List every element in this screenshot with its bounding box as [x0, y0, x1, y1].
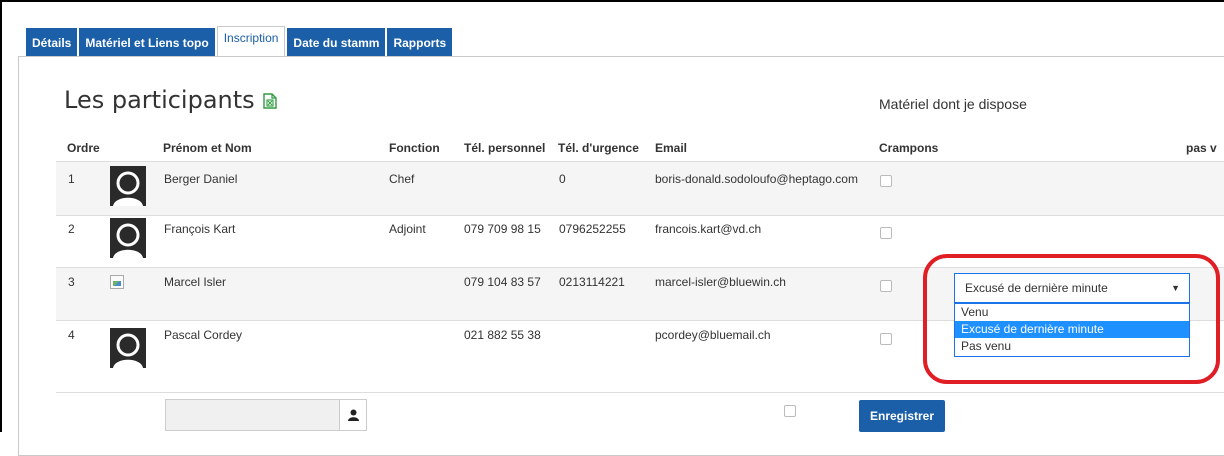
column-header-tel-urgence: Tél. d'urgence	[558, 141, 639, 155]
tab-date-stamm[interactable]: Date du stamm	[287, 28, 386, 57]
row-tel-perso: 079 104 83 57	[464, 275, 541, 289]
new-participant-checkbox[interactable]	[784, 405, 796, 417]
row-tel-perso: 079 709 98 15	[464, 222, 541, 236]
tab-rapports[interactable]: Rapports	[387, 28, 453, 57]
crampons-checkbox[interactable]	[880, 175, 892, 187]
table-footer-divider	[56, 392, 1224, 393]
save-button[interactable]: Enregistrer	[859, 400, 945, 432]
row-tel-perso: 021 882 55 38	[464, 328, 541, 342]
column-header-nom: Prénom et Nom	[163, 141, 252, 155]
spreadsheet-export-icon[interactable]	[263, 93, 277, 109]
avatar-placeholder-icon	[110, 166, 146, 206]
column-header-tel-perso: Tél. personnel	[464, 141, 546, 155]
row-fonction: Chef	[389, 172, 415, 186]
row-tel-urgence: 0796252255	[559, 222, 626, 236]
row-email: pcordey@bluemail.ch	[655, 328, 771, 342]
row-email: marcel-isler@bluewin.ch	[655, 275, 786, 289]
row-nom: Marcel Isler	[164, 275, 227, 289]
row-fonction: Adjoint	[389, 222, 426, 236]
annotation-highlight-ring	[923, 254, 1220, 384]
user-icon	[348, 409, 359, 421]
row-ordre: 2	[68, 222, 75, 236]
row-ordre: 4	[68, 328, 75, 342]
tab-materiel[interactable]: Matériel et Liens topo	[79, 28, 215, 57]
broken-image-icon	[110, 275, 124, 289]
column-header-ordre: Ordre	[67, 141, 100, 155]
row-ordre: 1	[68, 172, 75, 186]
row-nom: François Kart	[164, 222, 236, 236]
crampons-checkbox[interactable]	[880, 333, 892, 345]
column-header-email: Email	[655, 141, 688, 155]
row-tel-urgence: 0213114221	[559, 275, 625, 289]
column-header-fonction: Fonction	[389, 141, 440, 155]
participant-search-input[interactable]	[165, 399, 339, 431]
page-title: Les participants	[64, 86, 255, 114]
window-frame-top	[0, 0, 1224, 2]
tab-bar: Détails Matériel et Liens topo Inscripti…	[26, 25, 454, 58]
row-tel-urgence: 0	[559, 172, 566, 186]
user-search-addon[interactable]	[339, 399, 367, 431]
column-header-crampons: Crampons	[879, 141, 939, 155]
row-email: francois.kart@vd.ch	[655, 222, 762, 236]
row-divider	[56, 215, 1224, 216]
tab-details[interactable]: Détails	[26, 28, 78, 57]
row-nom: Berger Daniel	[164, 172, 238, 186]
row-nom: Pascal Cordey	[164, 328, 243, 342]
row-shade-1	[56, 162, 1224, 215]
tab-inscription[interactable]: Inscription	[216, 26, 286, 58]
crampons-checkbox[interactable]	[880, 280, 892, 292]
crampons-checkbox[interactable]	[880, 227, 892, 239]
materiel-heading: Matériel dont je dispose	[879, 96, 1027, 112]
column-header-extra: pas v	[1186, 141, 1217, 155]
avatar-placeholder-icon	[110, 328, 146, 368]
avatar-placeholder-icon	[110, 218, 146, 258]
row-ordre: 3	[68, 275, 75, 289]
window-frame-left	[0, 0, 2, 432]
row-email: boris-donald.sodoloufo@heptago.com	[655, 172, 858, 186]
